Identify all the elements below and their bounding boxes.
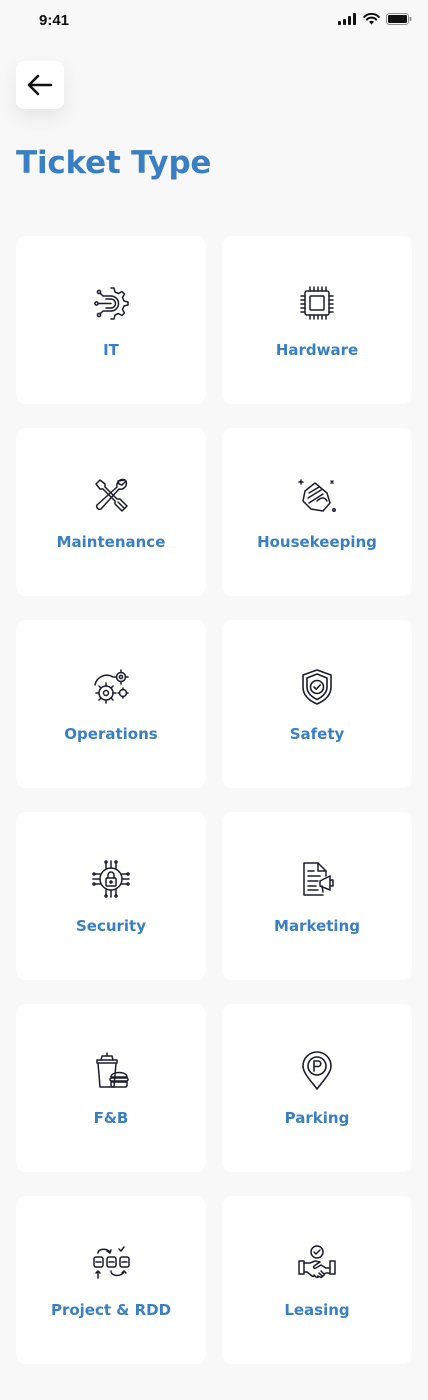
ticket-type-hardware[interactable]: Hardware: [222, 236, 412, 404]
ticket-type-label: Leasing: [284, 1301, 350, 1319]
ticket-type-label: Parking: [284, 1109, 350, 1127]
ticket-type-label: Housekeeping: [257, 533, 377, 551]
ticket-type-fnb[interactable]: F&B: [16, 1004, 206, 1172]
cleaning-hand-icon: [298, 479, 336, 512]
ticket-type-label: IT: [103, 341, 119, 359]
ticket-type-maintenance[interactable]: Maintenance: [16, 428, 206, 596]
ticket-type-grid: IT Hardware Maintenance Housekeeping Ope…: [16, 236, 412, 1364]
wifi-icon: [363, 13, 380, 25]
ticket-type-security[interactable]: Security: [16, 812, 206, 980]
ticket-type-safety[interactable]: Safety: [222, 620, 412, 788]
drink-burger-icon: [96, 1052, 129, 1088]
ticket-type-leasing[interactable]: Leasing: [222, 1196, 412, 1364]
ticket-type-it[interactable]: IT: [16, 236, 206, 404]
ticket-type-operations[interactable]: Operations: [16, 620, 206, 788]
cellular-signal-icon: [338, 13, 356, 25]
gears-icon: [94, 669, 129, 704]
workflow-icon: [93, 1246, 130, 1279]
ticket-type-label: Safety: [289, 725, 345, 743]
arrow-left-icon: [27, 74, 53, 96]
it-gear-icon: [94, 287, 129, 320]
status-time: 9:41: [39, 12, 70, 29]
ticket-type-label: F&B: [93, 1109, 129, 1127]
ticket-type-marketing[interactable]: Marketing: [222, 812, 412, 980]
ticket-type-housekeeping[interactable]: Housekeeping: [222, 428, 412, 596]
shield-check-icon: [302, 669, 332, 705]
wrench-screwdriver-icon: [95, 478, 128, 512]
ticket-type-label: Hardware: [275, 341, 359, 359]
status-bar: 9:41: [0, 0, 428, 44]
ticket-type-project-rdd[interactable]: Project & RDD: [16, 1196, 206, 1364]
back-button[interactable]: [16, 61, 64, 109]
page-title: Ticket Type: [16, 145, 212, 181]
ticket-type-label: Project & RDD: [50, 1301, 172, 1319]
handshake-icon: [298, 1245, 336, 1279]
parking-pin-icon: [302, 1051, 332, 1090]
battery-icon: [386, 13, 412, 25]
ticket-type-parking[interactable]: Parking: [222, 1004, 412, 1172]
ticket-type-label: Operations: [64, 725, 158, 743]
status-icons: [338, 13, 412, 25]
lock-circuit-icon: [92, 860, 130, 898]
document-megaphone-icon: [303, 862, 334, 896]
ticket-type-label: Marketing: [274, 917, 360, 935]
chip-icon: [300, 286, 334, 320]
ticket-type-label: Security: [75, 917, 147, 935]
ticket-type-label: Maintenance: [56, 533, 166, 551]
